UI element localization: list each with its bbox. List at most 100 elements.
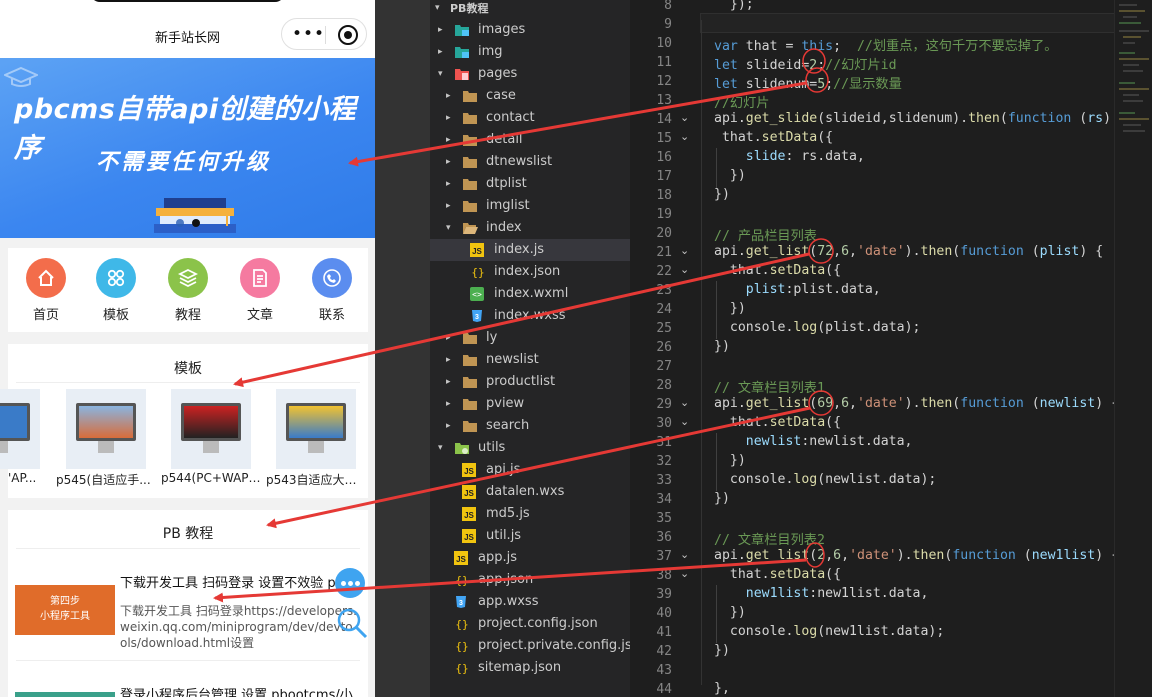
- chevron-right-icon[interactable]: ▸: [446, 377, 451, 387]
- chevron-right-icon[interactable]: ▸: [446, 91, 451, 101]
- code-line[interactable]: plist:plist.data,: [714, 282, 881, 297]
- code-line[interactable]: }): [714, 643, 730, 658]
- chevron-right-icon[interactable]: ▸: [446, 135, 451, 145]
- banner-indicator-dot[interactable]: [176, 219, 184, 227]
- template-thumbnail[interactable]: [171, 389, 251, 469]
- fold-chevron-icon[interactable]: ⌄: [680, 111, 689, 124]
- tree-folder[interactable]: ▸ newslist: [430, 349, 630, 371]
- tree-folder[interactable]: ▾ index: [430, 217, 630, 239]
- template-caption[interactable]: 'AP...: [8, 471, 42, 485]
- code-line[interactable]: api.get_list(69,6,'date').then(function …: [714, 396, 1119, 411]
- code-line[interactable]: }): [714, 605, 746, 620]
- code-editor[interactable]: 8 }); 9 10 var that = this; //划重点，这句千万不要忘掉了…: [630, 0, 1152, 697]
- capsule-menu[interactable]: •••: [281, 18, 367, 50]
- article-thumbnail[interactable]: 第四步 小程序工具: [15, 585, 115, 635]
- tree-folder[interactable]: ▸ imglist: [430, 195, 630, 217]
- chevron-right-icon[interactable]: ▸: [446, 355, 451, 365]
- template-caption[interactable]: p543自适应大气...: [266, 471, 366, 488]
- tree-file[interactable]: {} sitemap.json: [430, 657, 630, 679]
- nav-item-tutorials[interactable]: 教程: [166, 258, 210, 323]
- tree-file[interactable]: JS datalen.wxs: [430, 481, 630, 503]
- nav-item-home[interactable]: 首页: [24, 258, 68, 323]
- tree-folder[interactable]: ▸ detail: [430, 129, 630, 151]
- tree-folder[interactable]: ▾ pages: [430, 63, 630, 85]
- code-line[interactable]: let slidenum=5;//显示数量: [714, 73, 902, 92]
- code-line[interactable]: //幻灯片: [714, 92, 769, 111]
- chevron-right-icon[interactable]: ▸: [438, 47, 443, 57]
- fold-chevron-icon[interactable]: ⌄: [680, 244, 689, 257]
- explorer-root[interactable]: ▾ PB教程: [430, 0, 630, 19]
- chevron-right-icon[interactable]: ▸: [438, 25, 443, 35]
- tree-folder[interactable]: ▸ search: [430, 415, 630, 437]
- code-line[interactable]: newlist:newlist.data,: [714, 434, 913, 449]
- code-line[interactable]: that.setData({: [714, 415, 841, 430]
- tree-file[interactable]: JS app.js: [430, 547, 630, 569]
- tree-folder[interactable]: ▸ productlist: [430, 371, 630, 393]
- banner-indicator-dot-active[interactable]: [192, 219, 200, 227]
- tree-file[interactable]: JS util.js: [430, 525, 630, 547]
- nav-item-articles[interactable]: 文章: [238, 258, 282, 323]
- code-line[interactable]: // 文章栏目列表2: [714, 529, 825, 548]
- article-thumbnail[interactable]: [15, 692, 115, 697]
- tree-file[interactable]: JS index.js: [430, 239, 630, 261]
- tree-folder[interactable]: ▸ dtnewslist: [430, 151, 630, 173]
- code-line[interactable]: var that = this; //划重点，这句千万不要忘掉了。: [714, 35, 1057, 54]
- code-line[interactable]: api.get_list(2,6,'date').then(function (…: [714, 548, 1119, 563]
- tree-folder[interactable]: ▸ img: [430, 41, 630, 63]
- slide-banner[interactable]: pbcms自带api创建的小程序 不需要任何升级: [0, 58, 375, 238]
- tree-folder[interactable]: ▸ dtplist: [430, 173, 630, 195]
- code-line[interactable]: that.setData({: [714, 130, 833, 145]
- code-line[interactable]: api.get_slide(slideid,slidenum).then(fun…: [714, 111, 1127, 126]
- tree-file[interactable]: {} app.json: [430, 569, 630, 591]
- tree-folder[interactable]: ▸ case: [430, 85, 630, 107]
- code-line[interactable]: });: [714, 0, 754, 12]
- article-title[interactable]: 登录小程序后台管理 设置 pbootcms/小: [120, 684, 370, 697]
- chevron-right-icon[interactable]: ▸: [446, 421, 451, 431]
- tree-file[interactable]: {} project.config.json: [430, 613, 630, 635]
- more-float-icon[interactable]: [335, 568, 365, 598]
- template-thumbnail[interactable]: [0, 389, 40, 469]
- tree-file[interactable]: <> index.wxml: [430, 283, 630, 305]
- template-thumbnail[interactable]: [276, 389, 356, 469]
- code-line[interactable]: },: [714, 681, 730, 696]
- chevron-right-icon[interactable]: ▸: [446, 399, 451, 409]
- template-thumbnail[interactable]: [66, 389, 146, 469]
- chevron-down-icon[interactable]: ▾: [438, 69, 443, 79]
- minimap[interactable]: [1114, 0, 1152, 697]
- chevron-right-icon[interactable]: ▸: [446, 201, 451, 211]
- code-line[interactable]: console.log(plist.data);: [714, 320, 921, 335]
- tree-folder[interactable]: ▸ ly: [430, 327, 630, 349]
- code-line[interactable]: slide: rs.data,: [714, 149, 865, 164]
- code-line[interactable]: new1list:new1list.data,: [714, 586, 929, 601]
- article-title[interactable]: 下载开发工具 扫码登录 设置不效验 pboo: [120, 572, 370, 591]
- fold-chevron-icon[interactable]: ⌄: [680, 567, 689, 580]
- code-line[interactable]: }): [714, 491, 730, 506]
- code-line[interactable]: // 文章栏目列表1: [714, 377, 825, 396]
- fold-chevron-icon[interactable]: ⌄: [680, 415, 689, 428]
- chevron-down-icon[interactable]: ▾: [446, 223, 451, 233]
- code-line[interactable]: }): [714, 301, 746, 316]
- tree-file[interactable]: JS md5.js: [430, 503, 630, 525]
- tree-file[interactable]: JS api.js: [430, 459, 630, 481]
- template-caption[interactable]: p544(PC+WAP)...: [161, 471, 263, 485]
- close-target-icon[interactable]: [338, 25, 358, 45]
- fold-chevron-icon[interactable]: ⌄: [680, 130, 689, 143]
- tree-folder[interactable]: ▸ pview: [430, 393, 630, 415]
- tree-file[interactable]: 3 index.wxss: [430, 305, 630, 327]
- code-line[interactable]: console.log(new1list.data);: [714, 624, 944, 639]
- more-icon[interactable]: •••: [292, 25, 325, 43]
- fold-chevron-icon[interactable]: ⌄: [680, 396, 689, 409]
- code-line[interactable]: api.get_list(72,6,'date').then(function …: [714, 244, 1103, 259]
- tree-file[interactable]: 3 app.wxss: [430, 591, 630, 613]
- code-line[interactable]: console.log(newlist.data);: [714, 472, 936, 487]
- chevron-right-icon[interactable]: ▸: [446, 333, 451, 343]
- tree-folder[interactable]: ▾ utils: [430, 437, 630, 459]
- template-caption[interactable]: p545(自适应手...: [56, 471, 156, 488]
- code-line[interactable]: // 产品栏目列表: [714, 225, 817, 244]
- code-line[interactable]: }): [714, 187, 730, 202]
- chevron-down-icon[interactable]: ▾: [438, 443, 443, 453]
- search-icon[interactable]: [335, 606, 369, 640]
- tree-folder[interactable]: ▸ images: [430, 19, 630, 41]
- code-line[interactable]: that.setData({: [714, 567, 841, 582]
- fold-chevron-icon[interactable]: ⌄: [680, 263, 689, 276]
